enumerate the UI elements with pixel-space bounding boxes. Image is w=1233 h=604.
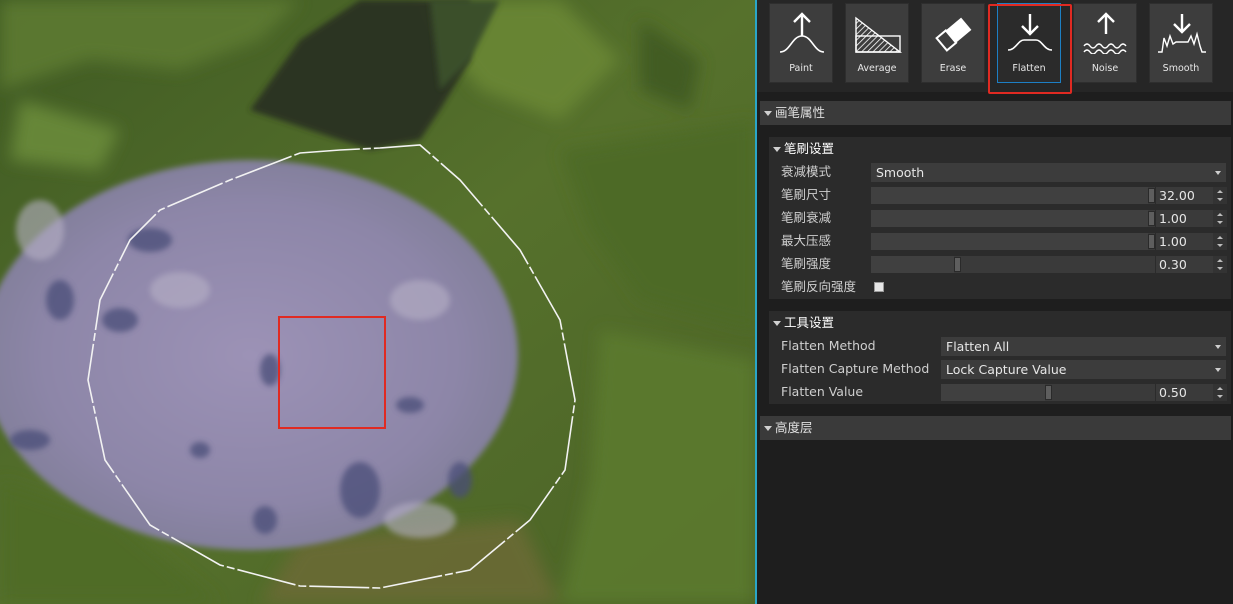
brush-settings-group: 笔刷设置 衰减模式 Smooth 笔刷尺寸 32.00 笔刷衰减 1.00 最大…: [769, 137, 1231, 299]
tool-settings-group: 工具设置 Flatten Method Flatten All Flatten …: [769, 311, 1231, 404]
flatten-capture-method-row: Flatten Capture Method Lock Capture Valu…: [769, 358, 1231, 380]
brush-strength-slider[interactable]: [871, 256, 1155, 273]
brush-strength-input[interactable]: 0.30: [1156, 256, 1213, 273]
slider-handle[interactable]: [1148, 188, 1155, 203]
max-pressure-input[interactable]: 1.00: [1156, 233, 1213, 250]
reverse-strength-checkbox[interactable]: [874, 282, 884, 292]
brush-strength-row: 笔刷强度 0.30: [769, 253, 1231, 275]
flatten-value-slider[interactable]: [941, 384, 1155, 401]
brush-size-row: 笔刷尺寸 32.00: [769, 184, 1231, 206]
brush-size-spinner[interactable]: [1213, 187, 1227, 204]
falloff-mode-label: 衰减模式: [781, 164, 832, 179]
paint-raise-icon: [779, 12, 825, 53]
brush-properties-title: 画笔属性: [775, 105, 826, 120]
tool-paint-button[interactable]: Paint: [769, 3, 833, 83]
tool-average-label: Average: [857, 63, 897, 74]
landscape-panel: Paint Average Erase Flatten Noise Smooth…: [757, 0, 1233, 604]
brush-size-input[interactable]: 32.00: [1156, 187, 1213, 204]
brush-properties-header[interactable]: 画笔属性: [760, 101, 1231, 125]
tool-smooth-label: Smooth: [1162, 63, 1200, 74]
tool-settings-header[interactable]: 工具设置: [769, 311, 1231, 333]
brush-strength-spinner[interactable]: [1213, 256, 1227, 273]
flatten-icon: [1007, 14, 1053, 51]
terrain-viewport[interactable]: [0, 0, 755, 604]
slider-handle[interactable]: [1148, 211, 1155, 226]
falloff-mode-row: 衰减模式 Smooth: [769, 161, 1231, 183]
collapse-triangle-icon: [773, 320, 781, 326]
slider-handle[interactable]: [1148, 234, 1155, 249]
reverse-strength-row: 笔刷反向强度: [769, 276, 1231, 298]
brush-falloff-spinner[interactable]: [1213, 210, 1227, 227]
flatten-capture-method-label: Flatten Capture Method: [781, 361, 930, 376]
noise-icon: [1083, 12, 1127, 54]
chevron-down-icon: [1215, 171, 1221, 175]
collapse-triangle-icon: [764, 110, 772, 116]
collapse-triangle-icon: [773, 146, 781, 152]
flatten-capture-method-dropdown[interactable]: Lock Capture Value: [941, 360, 1226, 379]
flatten-capture-method-value: Lock Capture Value: [946, 362, 1067, 377]
height-layers-title: 高度层: [775, 420, 813, 435]
flatten-method-value: Flatten All: [946, 339, 1010, 354]
eraser-icon: [935, 17, 972, 52]
average-icon: [855, 16, 903, 53]
chevron-down-icon: [1215, 345, 1221, 349]
max-pressure-slider[interactable]: [871, 233, 1155, 250]
tool-flatten-button[interactable]: Flatten: [997, 3, 1061, 83]
brush-settings-header[interactable]: 笔刷设置: [769, 137, 1231, 159]
flatten-method-label: Flatten Method: [781, 338, 876, 353]
flatten-value-label: Flatten Value: [781, 384, 864, 399]
flatten-method-row: Flatten Method Flatten All: [769, 335, 1231, 357]
tool-paint-label: Paint: [789, 63, 813, 74]
chevron-down-icon: [1215, 368, 1221, 372]
tool-erase-label: Erase: [939, 63, 967, 74]
smooth-icon: [1158, 14, 1206, 53]
tool-settings-title: 工具设置: [784, 315, 835, 330]
flatten-value-input[interactable]: 0.50: [1156, 384, 1213, 401]
brush-falloff-slider[interactable]: [871, 210, 1155, 227]
collapse-triangle-icon: [764, 425, 772, 431]
max-pressure-row: 最大压感 1.00: [769, 230, 1231, 252]
slider-handle[interactable]: [1045, 385, 1052, 400]
tool-smooth-button[interactable]: Smooth: [1149, 3, 1213, 83]
tool-noise-label: Noise: [1091, 63, 1119, 74]
max-pressure-label: 最大压感: [781, 233, 832, 248]
reverse-strength-label: 笔刷反向强度: [781, 279, 857, 294]
tool-erase-button[interactable]: Erase: [921, 3, 985, 83]
terrain-render: [0, 0, 755, 604]
brush-falloff-row: 笔刷衰减 1.00: [769, 207, 1231, 229]
falloff-mode-dropdown[interactable]: Smooth: [871, 163, 1226, 182]
brush-settings-title: 笔刷设置: [784, 141, 835, 156]
brush-falloff-input[interactable]: 1.00: [1156, 210, 1213, 227]
slider-handle[interactable]: [954, 257, 961, 272]
flatten-method-dropdown[interactable]: Flatten All: [941, 337, 1226, 356]
brush-falloff-label: 笔刷衰减: [781, 210, 832, 225]
falloff-mode-value: Smooth: [876, 165, 925, 180]
flatten-value-spinner[interactable]: [1213, 384, 1227, 401]
tool-flatten-label: Flatten: [1012, 63, 1046, 74]
brush-size-slider[interactable]: [871, 187, 1155, 204]
tool-noise-button[interactable]: Noise: [1073, 3, 1137, 83]
tool-average-button[interactable]: Average: [845, 3, 909, 83]
flatten-value-row: Flatten Value 0.50: [769, 381, 1231, 403]
tool-toolbar: Paint Average Erase Flatten Noise Smooth: [757, 0, 1233, 94]
height-layers-header[interactable]: 高度层: [760, 416, 1231, 440]
max-pressure-spinner[interactable]: [1213, 233, 1227, 250]
brush-size-label: 笔刷尺寸: [781, 187, 832, 202]
brush-strength-label: 笔刷强度: [781, 256, 832, 271]
